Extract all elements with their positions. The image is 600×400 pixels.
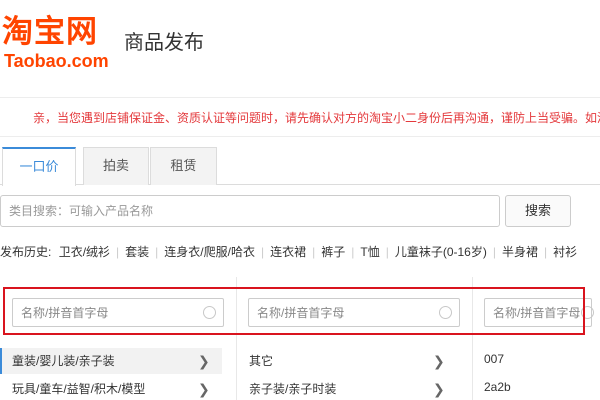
publish-history-label: 发布历史: bbox=[0, 245, 52, 259]
tab-rental[interactable]: 租赁 bbox=[150, 147, 217, 185]
category-search-input[interactable] bbox=[0, 195, 500, 227]
history-item[interactable]: 连身衣/爬服/哈衣 bbox=[164, 245, 255, 259]
chevron-right-icon: ❯ bbox=[433, 381, 445, 397]
subcategory-item[interactable]: 亲子装/亲子时装 ❯ bbox=[237, 376, 457, 400]
history-item[interactable]: 连衣裙 bbox=[270, 245, 306, 259]
history-separator: | bbox=[351, 245, 355, 259]
history-separator: | bbox=[385, 245, 389, 259]
subcategory-item-label: 其它 bbox=[249, 354, 274, 368]
highlight-box bbox=[3, 287, 585, 335]
taobao-logo[interactable]: 淘宝网 Taobao.com bbox=[0, 14, 120, 72]
chevron-right-icon: ❯ bbox=[433, 353, 445, 369]
brand-item[interactable]: 007 bbox=[473, 346, 593, 372]
brand-item[interactable]: 2a2b bbox=[473, 374, 593, 400]
category-item-label: 玩具/童车/益智/积木/模型 bbox=[12, 382, 146, 396]
category-item[interactable]: 玩具/童车/益智/积木/模型 ❯ bbox=[0, 376, 222, 400]
brand-item-label: 2a2b bbox=[484, 380, 511, 394]
category-item-label: 童装/婴儿装/亲子装 bbox=[12, 354, 115, 368]
history-item[interactable]: 裤子 bbox=[321, 245, 345, 259]
category-item-selected[interactable]: 童装/婴儿装/亲子装 ❯ bbox=[0, 348, 222, 374]
chevron-right-icon: ❯ bbox=[198, 381, 210, 397]
history-separator: | bbox=[492, 245, 496, 259]
logo-english: Taobao.com bbox=[4, 51, 109, 71]
history-separator: | bbox=[544, 245, 548, 259]
history-separator: | bbox=[312, 245, 316, 259]
history-item[interactable]: 儿童袜子(0-16岁) bbox=[395, 245, 487, 259]
subcategory-item-label: 亲子装/亲子时装 bbox=[249, 382, 337, 396]
history-separator: | bbox=[155, 245, 159, 259]
search-button[interactable]: 搜索 bbox=[505, 195, 571, 227]
history-item[interactable]: 卫衣/绒衫 bbox=[59, 245, 110, 259]
tab-auction[interactable]: 拍卖 bbox=[83, 147, 149, 185]
history-separator: | bbox=[260, 245, 265, 259]
history-item[interactable]: T恤 bbox=[360, 245, 379, 259]
tab-fixed-price[interactable]: 一口价 bbox=[2, 147, 76, 186]
warning-notice-text: 亲，当您遇到店铺保证金、资质认证等问题时，请先确认对方的淘宝小二身份后再沟通，谨… bbox=[33, 111, 600, 125]
warning-notice: 亲，当您遇到店铺保证金、资质认证等问题时，请先确认对方的淘宝小二身份后再沟通，谨… bbox=[0, 97, 600, 137]
history-separator: | bbox=[116, 245, 120, 259]
subcategory-item[interactable]: 其它 ❯ bbox=[237, 348, 457, 374]
history-item[interactable]: 衬衫 bbox=[553, 245, 577, 259]
logo-chinese: 淘宝网 bbox=[2, 14, 98, 50]
brand-item-label: 007 bbox=[484, 352, 505, 366]
publish-history: 发布历史: 卫衣/绒衫 | 套装 | 连身衣/爬服/哈衣 | 连衣裙 | 裤子 | T恤 | 儿童袜子(… bbox=[0, 242, 600, 262]
listing-type-tabs: 一口价 拍卖 租赁 bbox=[0, 147, 600, 186]
chevron-right-icon: ❯ bbox=[198, 353, 210, 369]
header: 淘宝网 Taobao.com 商品发布 bbox=[0, 0, 600, 82]
history-item[interactable]: 半身裙 bbox=[502, 245, 538, 259]
history-item[interactable]: 套装 bbox=[125, 245, 149, 259]
page-title: 商品发布 bbox=[124, 32, 204, 54]
